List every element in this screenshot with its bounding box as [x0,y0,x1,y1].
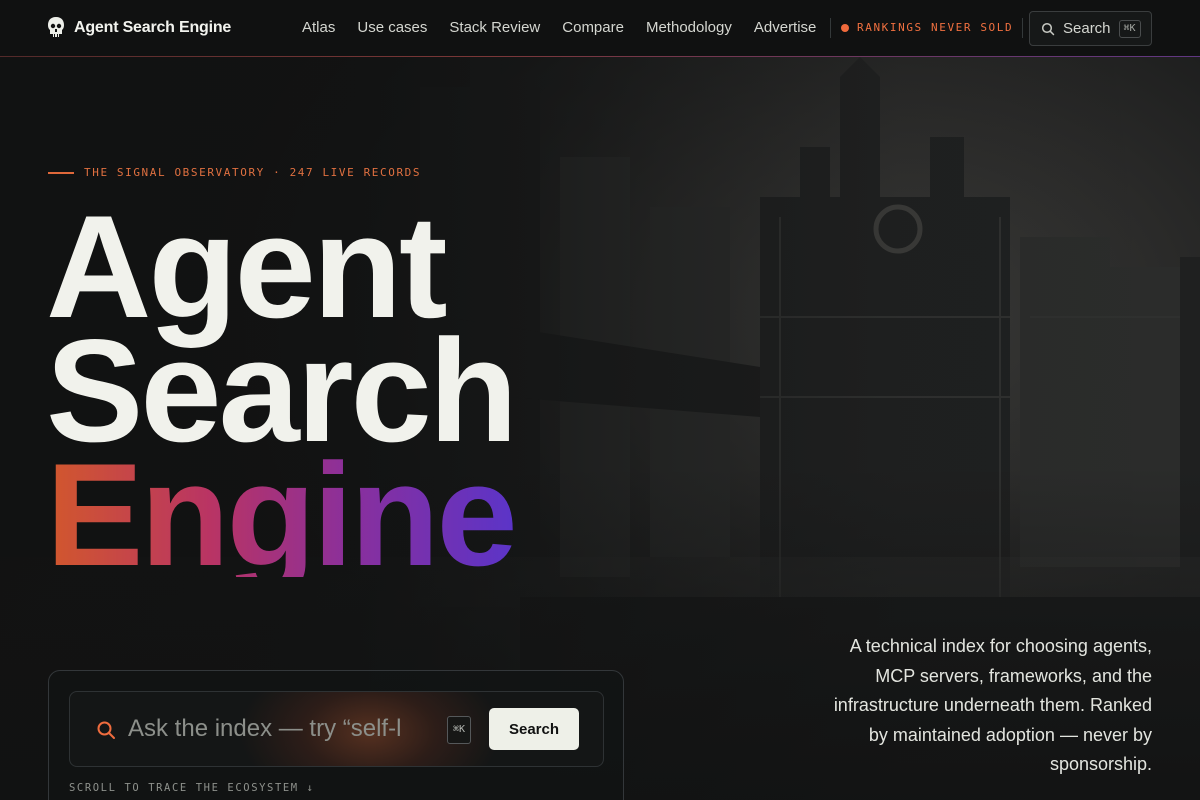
nav-divider [830,18,831,38]
scroll-hint: SCROLL TO TRACE THE ECOSYSTEM ↓ [69,782,315,794]
skull-logo-icon [48,17,64,37]
search-panel: Ask the index — try “self-l ⌘K Search SC… [48,670,624,800]
brand-name: Agent Search Engine [74,19,232,36]
rankings-badge: RANKINGS NEVER SOLD [841,21,1013,34]
nav-link-compare[interactable]: Compare [562,19,624,36]
rankings-badge-text: RANKINGS NEVER SOLD [857,21,1014,34]
nav-link-atlas[interactable]: Atlas [302,19,335,36]
hero-title: Agent Search Engine [46,194,518,596]
nav-link-use-cases[interactable]: Use cases [357,19,427,36]
search-shortcut-key: ⌘K [447,716,472,744]
search-icon [97,721,115,739]
nav-search-label: Search [1063,20,1111,37]
hero-eyebrow: THE SIGNAL OBSERVATORY · 247 LIVE RECORD… [48,166,421,179]
nav-divider [1022,18,1023,38]
brand-home-link[interactable]: Agent Search Engine [46,16,231,40]
nav-link-advertise[interactable]: Advertise [754,19,817,36]
eyebrow-text: THE SIGNAL OBSERVATORY · 247 LIVE RECORD… [84,166,422,179]
nav-search-button[interactable]: Search ⌘K [1029,11,1152,46]
nav-link-methodology[interactable]: Methodology [646,19,732,36]
search-icon [1041,22,1055,35]
search-query-box[interactable]: Ask the index — try “self-l ⌘K Search [69,691,604,767]
search-shortcut-key: ⌘K [1118,19,1141,38]
status-dot-icon [841,23,849,32]
hero-title-line-3: Engine [46,433,518,596]
main-nav-links: Atlas Use cases Stack Review Compare Met… [302,19,838,36]
top-nav: Agent Search Engine Atlas Use cases Stac… [0,0,1200,57]
search-input[interactable]: Ask the index — try “self-l [128,714,418,744]
eyebrow-rule [48,171,74,174]
nav-link-stack-review[interactable]: Stack Review [449,19,540,36]
hero-description: A technical index for choosing agents, M… [833,636,1152,774]
search-submit-button[interactable]: Search [489,708,579,750]
